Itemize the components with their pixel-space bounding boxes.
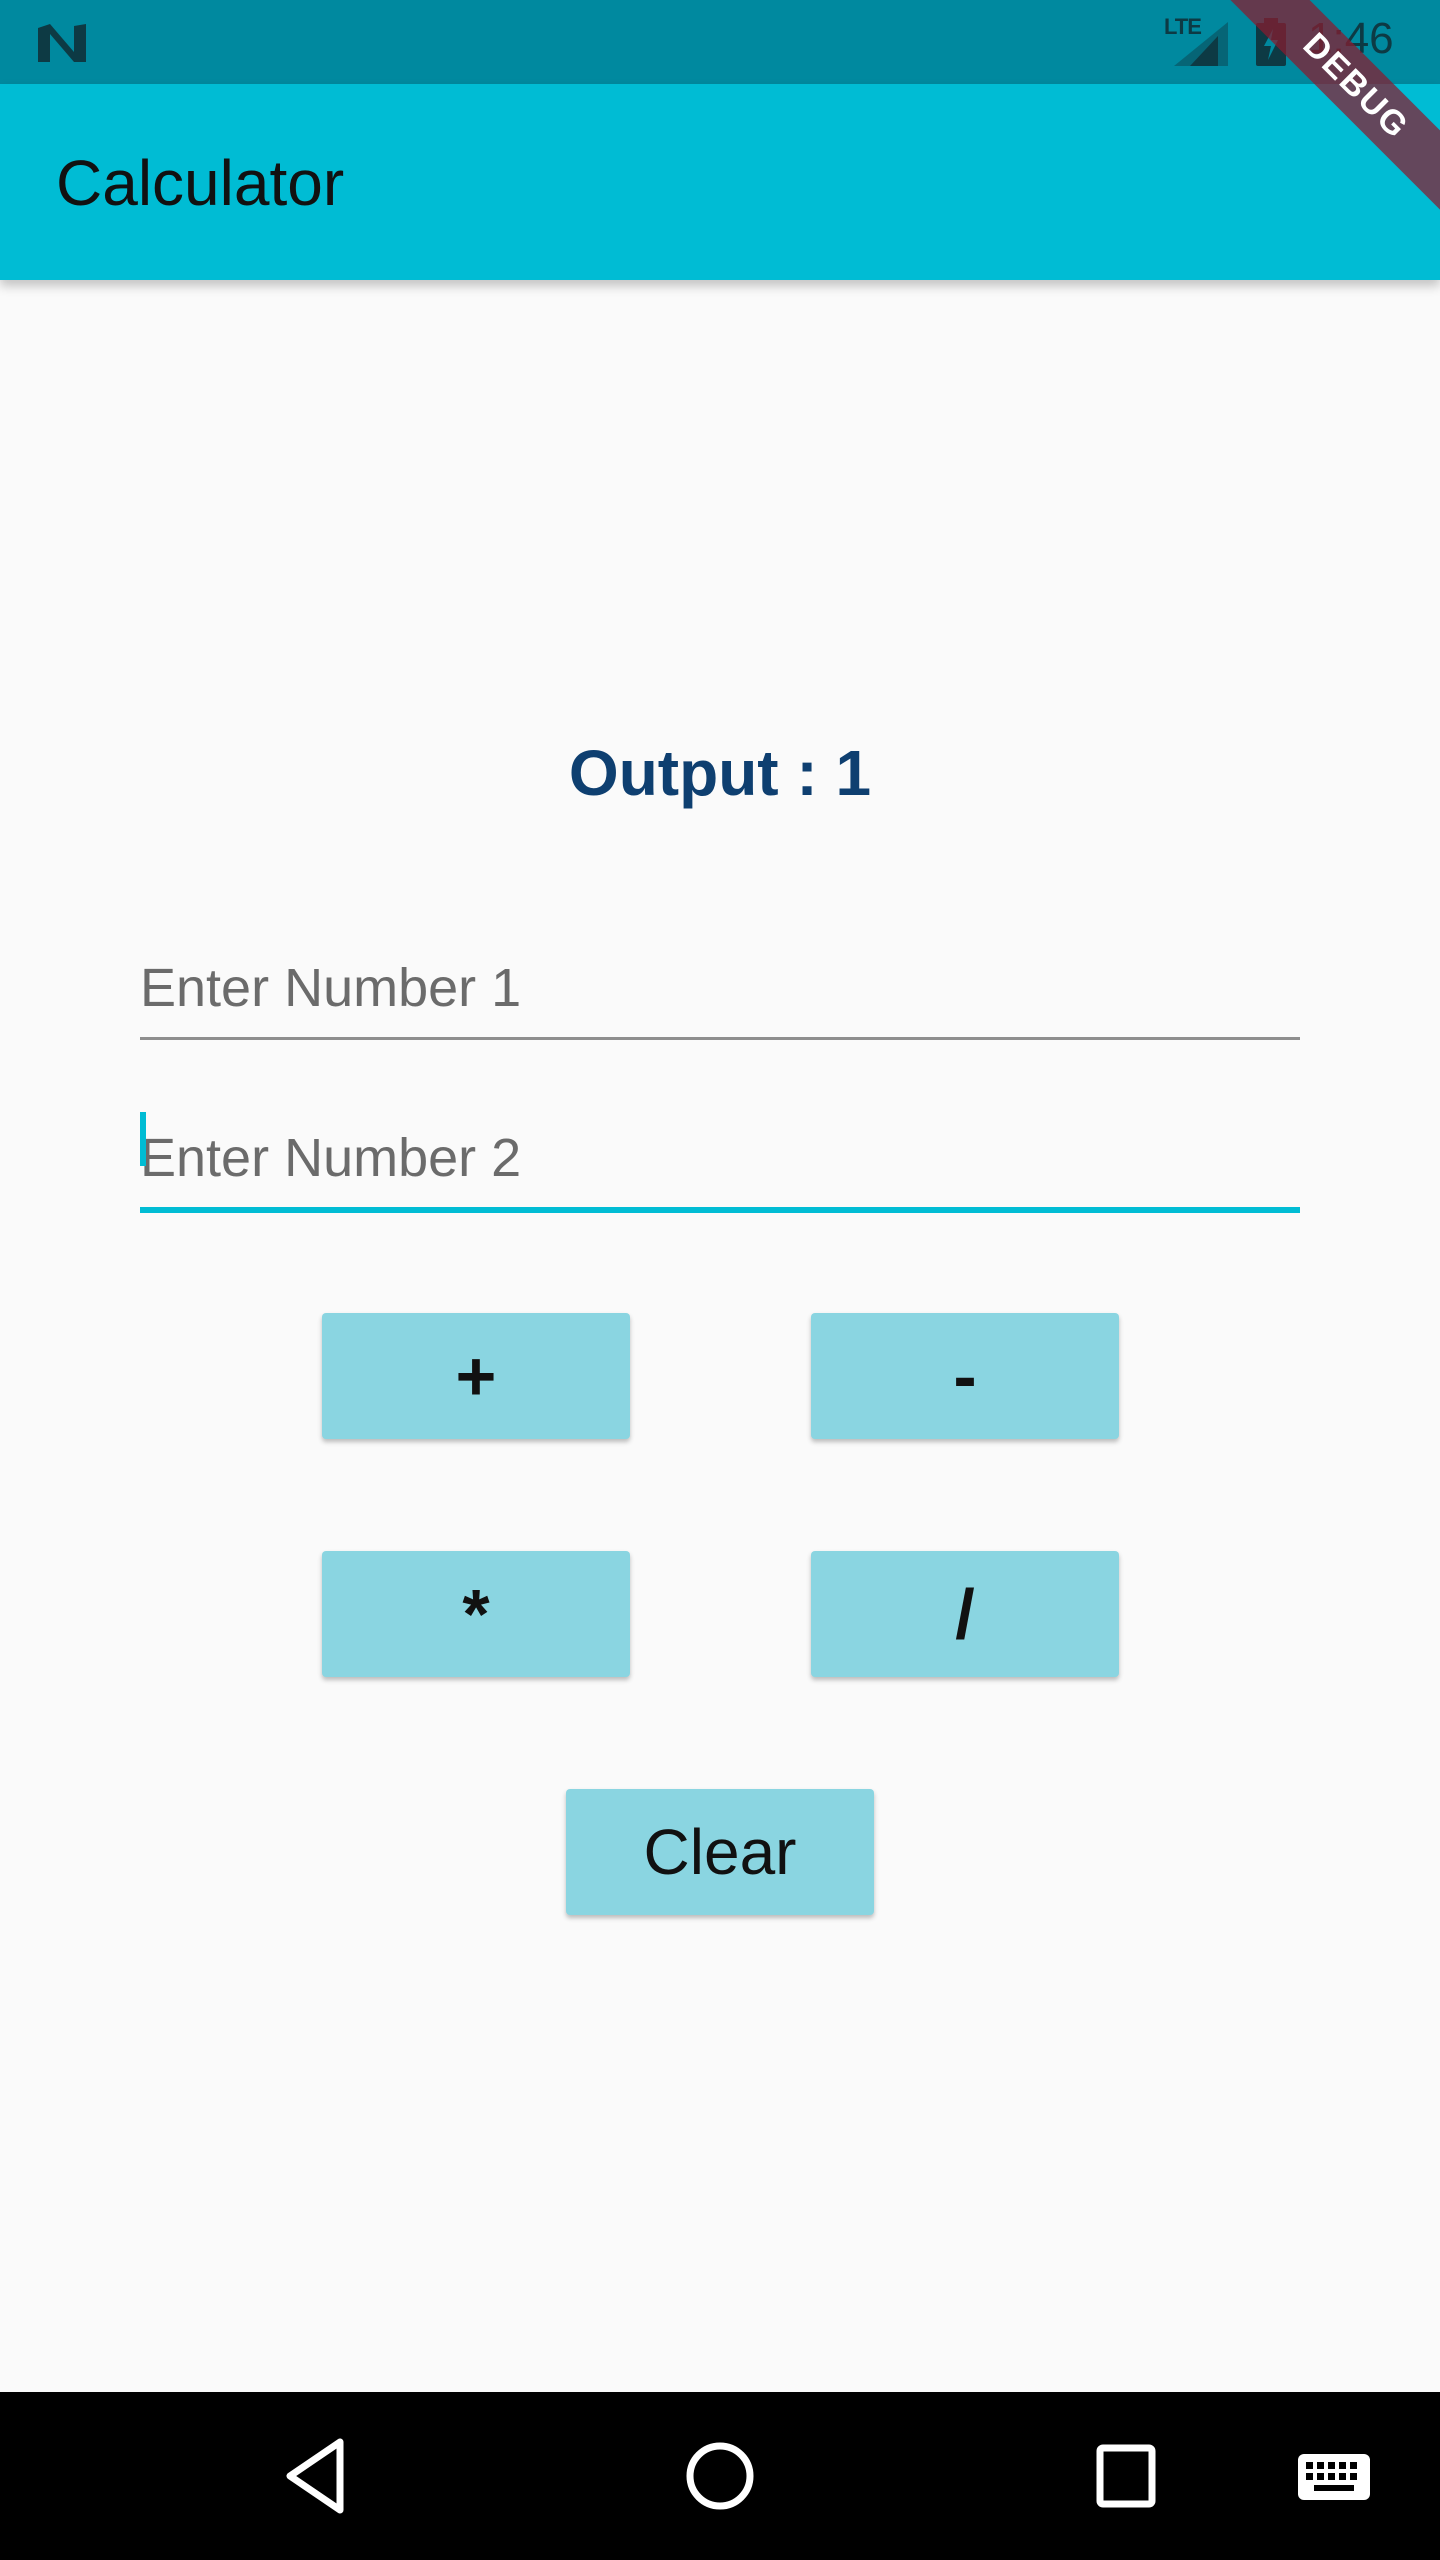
navigation-bar bbox=[0, 2392, 1440, 2560]
debug-banner-label: DEBUG bbox=[1230, 0, 1440, 212]
app-title: Calculator bbox=[56, 147, 345, 219]
keyboard-icon[interactable] bbox=[1296, 2434, 1372, 2518]
add-button[interactable]: + bbox=[322, 1313, 630, 1439]
back-icon[interactable] bbox=[282, 2434, 348, 2518]
clear-button[interactable]: Clear bbox=[566, 1789, 874, 1915]
number1-underline bbox=[140, 1037, 1300, 1040]
number1-field[interactable] bbox=[140, 920, 1300, 1040]
number1-input[interactable] bbox=[140, 920, 1300, 1040]
recents-icon[interactable] bbox=[1092, 2434, 1160, 2518]
subtract-button[interactable]: - bbox=[811, 1313, 1119, 1439]
calculator-screen: LTE 1:46 DEBUG Calculator Output : 1 + -… bbox=[0, 0, 1440, 2560]
number2-underline-focused bbox=[140, 1207, 1300, 1213]
home-icon[interactable] bbox=[684, 2434, 756, 2518]
number2-field[interactable] bbox=[140, 1090, 1300, 1213]
output-label: Output : 1 bbox=[568, 737, 872, 809]
number2-input[interactable] bbox=[140, 1090, 1300, 1210]
multiply-button[interactable]: * bbox=[322, 1551, 630, 1677]
debug-banner: DEBUG bbox=[1180, 0, 1440, 260]
divide-button[interactable]: / bbox=[811, 1551, 1119, 1677]
text-cursor bbox=[140, 1112, 146, 1166]
notification-n-icon bbox=[38, 24, 86, 62]
